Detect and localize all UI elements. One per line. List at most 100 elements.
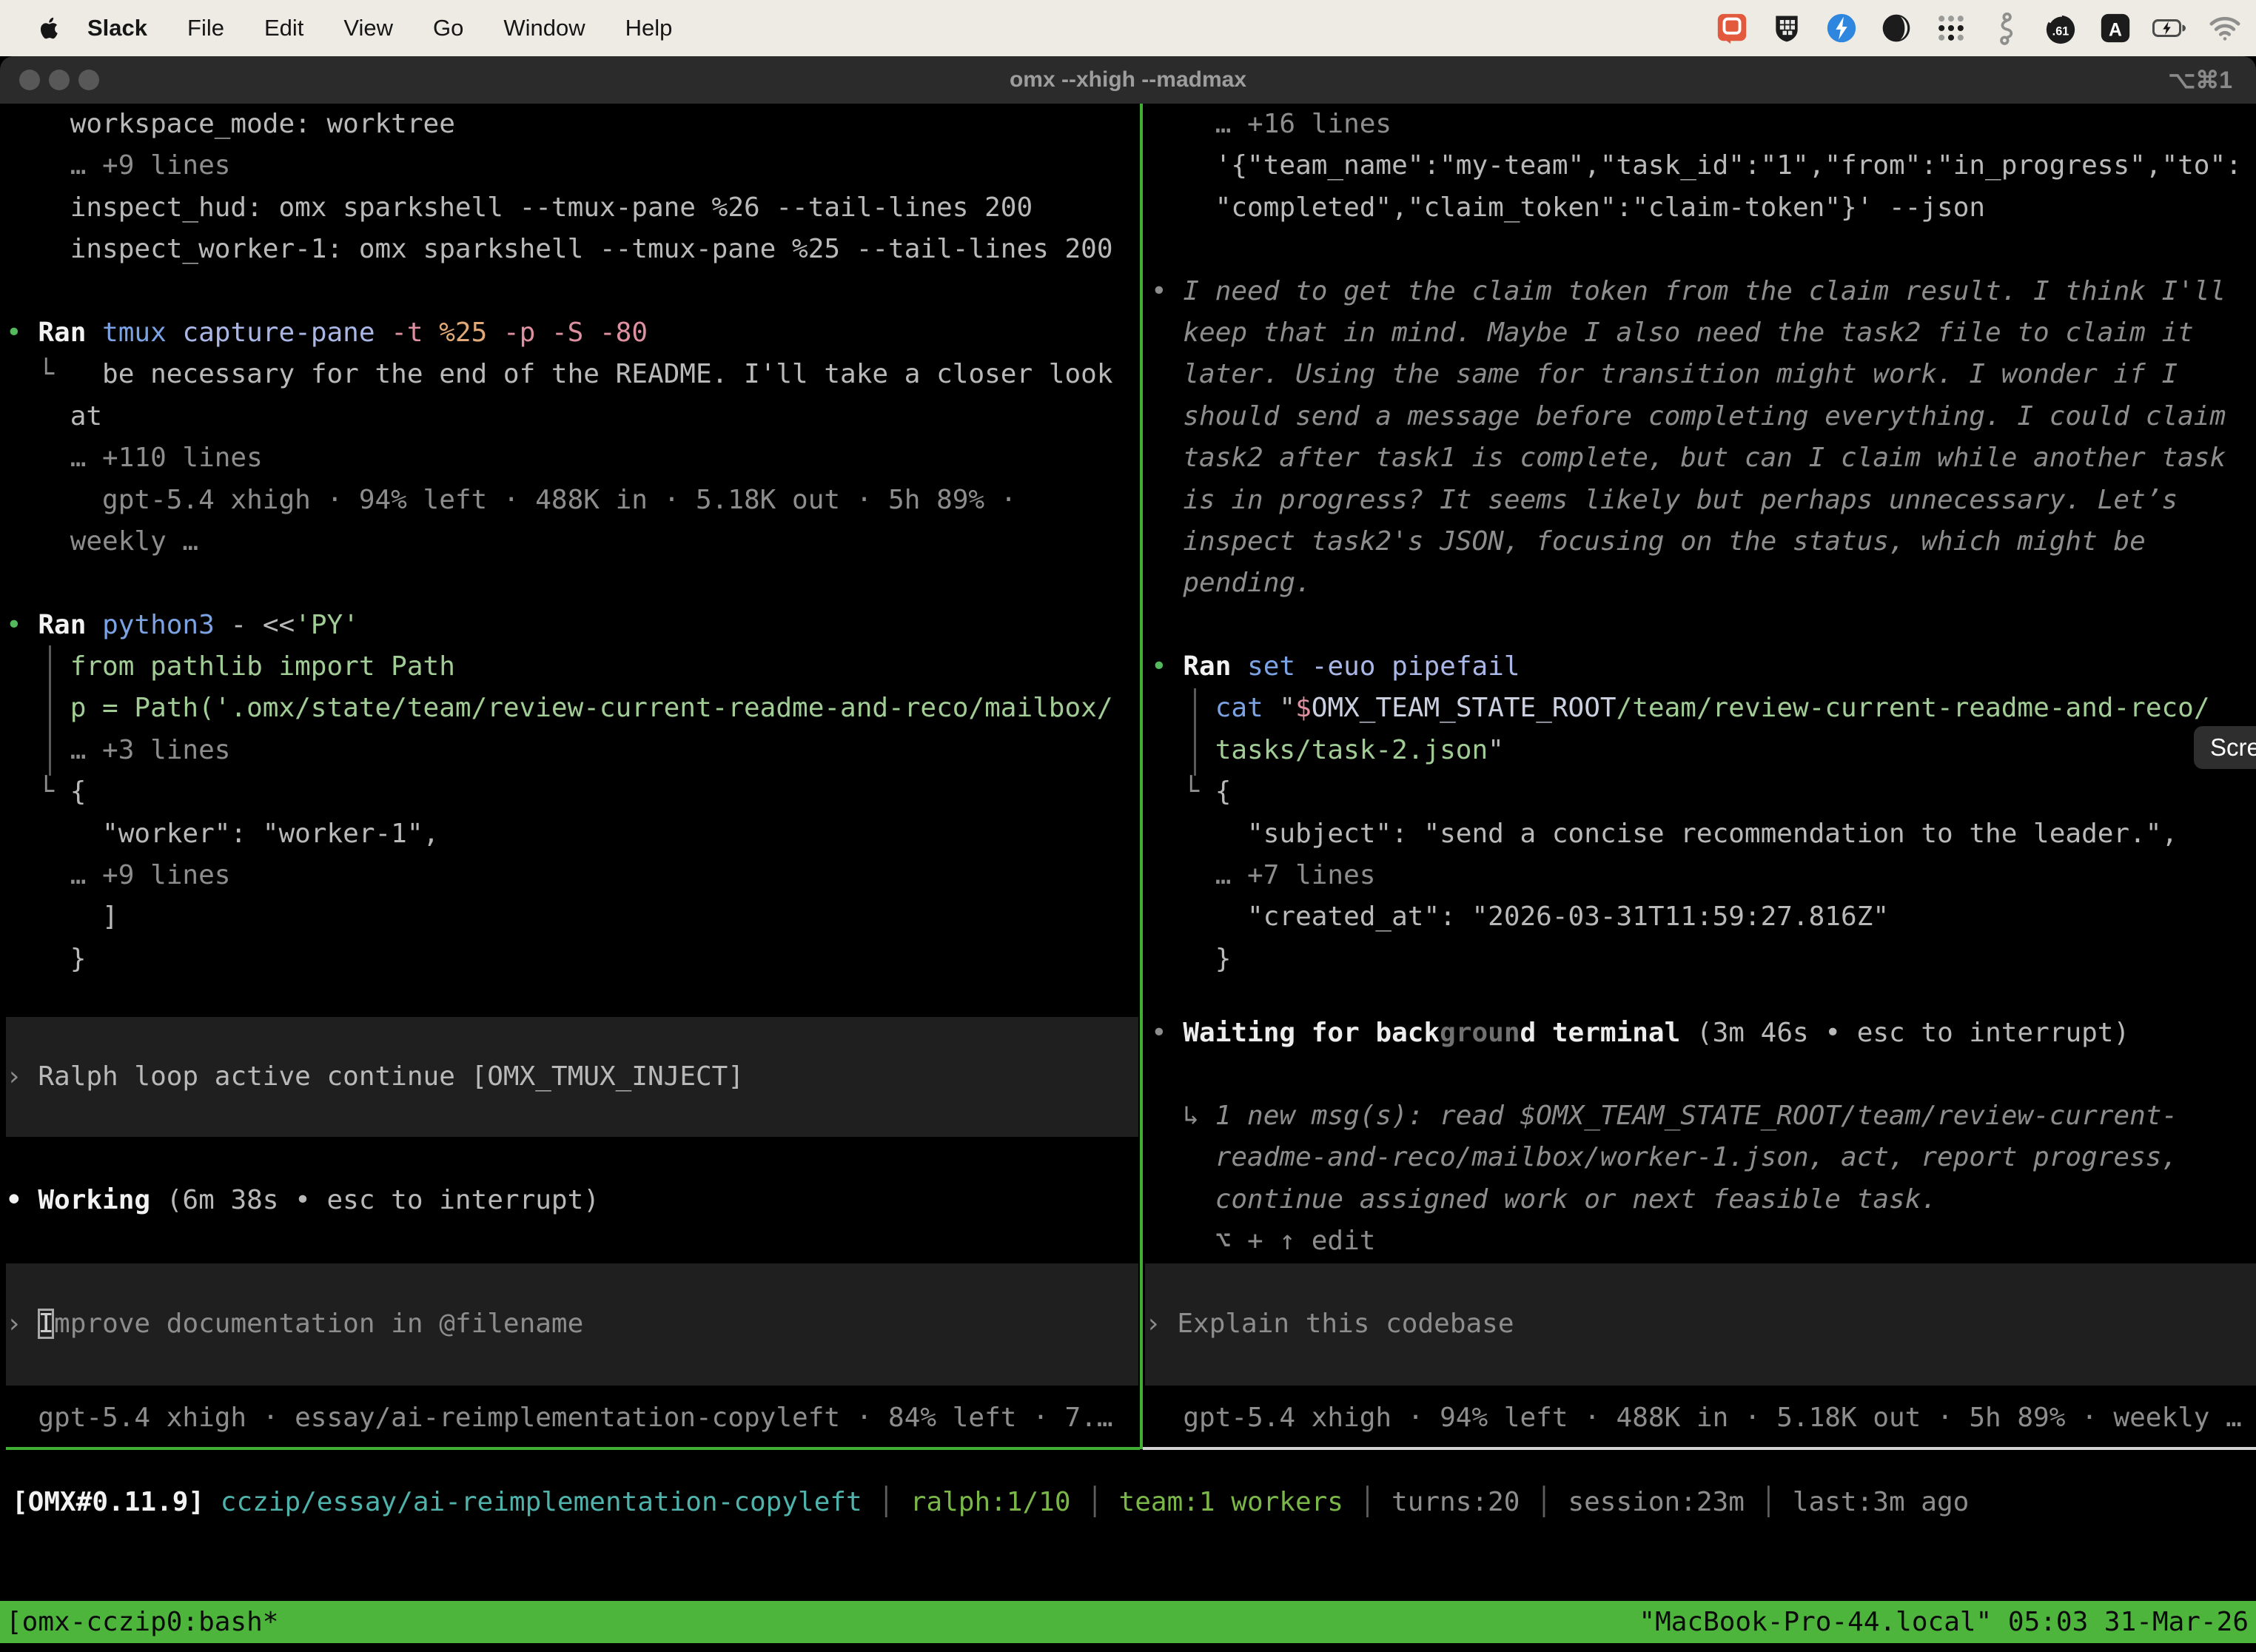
pie-icon[interactable] xyxy=(1879,10,1914,46)
tooltip-text: Scre xyxy=(2210,733,2256,762)
terminal-line: readme-and-reco/mailbox/worker-1.json, a… xyxy=(1151,1137,2178,1178)
terminal-line: should send a message before completing … xyxy=(1151,396,2256,437)
menu-window[interactable]: Window xyxy=(483,15,605,41)
terminal-line: "worker": "worker-1", xyxy=(6,813,1137,855)
menu-edit[interactable]: Edit xyxy=(244,15,323,41)
terminal-line: └ { xyxy=(6,771,1137,813)
menu-bar: SlackFileEditViewGoWindowHelp .61 xyxy=(0,0,2256,56)
shield-grid-icon[interactable] xyxy=(1769,10,1805,46)
right-terminal-pane[interactable]: … +16 lines '{"team_name":"my-team","tas… xyxy=(1151,104,2256,980)
squiggle-icon[interactable] xyxy=(1988,10,2024,46)
terminal-line: … +16 lines xyxy=(1151,104,2256,145)
menu-go[interactable]: Go xyxy=(413,15,483,41)
terminal-line xyxy=(1151,605,2256,646)
terminal-line: › Explain this codebase xyxy=(1145,1303,1514,1345)
terminal-line: … +9 lines xyxy=(6,145,1137,187)
menu-slack[interactable]: Slack xyxy=(71,15,167,41)
terminal-line: from pathlib import Path xyxy=(6,646,1137,688)
terminal-line: inspect_hud: omx sparkshell --tmux-pane … xyxy=(6,187,1137,229)
tmux-status-bar[interactable]: [omx-cczip0:bash* "MacBook-Pro-44.local"… xyxy=(0,1601,2256,1643)
terminal-line: later. Using the same for transition mig… xyxy=(1151,354,2256,395)
right-connector-line xyxy=(1194,688,1196,776)
terminal-line: … +9 lines xyxy=(6,855,1137,896)
terminal-line: inspect_worker-1: omx sparkshell --tmux-… xyxy=(6,229,1137,270)
terminal-line: '{"team_name":"my-team","task_id":"1","f… xyxy=(1151,145,2256,187)
badge-61-label: .61 xyxy=(2052,25,2069,38)
terminal-line: • Waiting for background terminal (3m 46… xyxy=(1151,1013,2129,1054)
terminal-line: at xyxy=(6,396,1137,437)
terminal-line: • Ran tmux capture-pane -t %25 -p -S -80 xyxy=(6,312,1137,354)
terminal-line: ] xyxy=(6,896,1137,938)
right-mailbox-message: ↳ 1 new msg(s): read $OMX_TEAM_STATE_ROO… xyxy=(1151,1095,2178,1263)
terminal-line: • Ran python3 - <<'PY' xyxy=(6,605,1137,646)
terminal-line: [OMX#0.11.9] cczip/essay/ai-reimplementa… xyxy=(12,1482,1969,1523)
desktop: SlackFileEditViewGoWindowHelp .61 xyxy=(0,0,2256,1652)
screenshot-tooltip: Scre xyxy=(2194,726,2256,769)
terminal-line: weekly … xyxy=(6,521,1137,563)
left-model-status-line: gpt-5.4 xhigh · essay/ai-reimplementatio… xyxy=(6,1397,1113,1439)
apple-menu-icon[interactable] xyxy=(27,12,71,44)
input-source-icon[interactable]: A xyxy=(2098,10,2133,46)
terminal-line: is in progress? It seems likely but perh… xyxy=(1151,480,2256,521)
terminal-line: p = Path('.omx/state/team/review-current… xyxy=(6,688,1137,729)
terminal-line: gpt-5.4 xhigh · essay/ai-reimplementatio… xyxy=(6,1397,1113,1439)
terminal-line xyxy=(1151,229,2256,270)
right-model-status-line: gpt-5.4 xhigh · 94% left · 488K in · 5.1… xyxy=(1151,1397,2242,1439)
left-connector-line xyxy=(49,645,51,776)
left-terminal-pane[interactable]: workspace_mode: worktree … +9 lines insp… xyxy=(6,104,1137,980)
terminal-line: └ be necessary for the end of the README… xyxy=(6,354,1137,395)
left-ralph-band: › Ralph loop active continue [OMX_TMUX_I… xyxy=(6,1017,1138,1137)
left-working-status: • Working (6m 38s • esc to interrupt) xyxy=(6,1180,600,1221)
tmux-session-window: [omx-cczip0:bash* xyxy=(0,1607,278,1637)
menu-bar-status-icons: .61 A xyxy=(1714,0,2243,56)
terminal-line: tasks/task-2.json" xyxy=(1151,730,2256,771)
terminal-line xyxy=(6,563,1137,604)
terminal-line: continue assigned work or next feasible … xyxy=(1151,1179,2178,1220)
terminal-line: ⌥ + ↑ edit xyxy=(1151,1220,2178,1262)
window-title: omx --xhigh --madmax xyxy=(0,56,2256,104)
terminal-line: … +110 lines xyxy=(6,437,1137,479)
right-pane-border xyxy=(1143,1447,2256,1450)
menu-file[interactable]: File xyxy=(167,15,244,41)
terminal-line: gpt-5.4 xhigh · 94% left · 488K in · 5.1… xyxy=(6,480,1137,521)
terminal-line: ↳ 1 new msg(s): read $OMX_TEAM_STATE_ROO… xyxy=(1151,1095,2178,1137)
terminal-line: … +7 lines xyxy=(1151,855,2256,896)
terminal-line: • Ran set -euo pipefail xyxy=(1151,646,2256,688)
left-prompt-input[interactable]: › Improve documentation in @filename xyxy=(6,1263,1138,1386)
terminal-line: … +3 lines xyxy=(6,730,1137,771)
menu-help[interactable]: Help xyxy=(605,15,693,41)
terminal-line: › Ralph loop active continue [OMX_TMUX_I… xyxy=(6,1056,744,1098)
terminal-line: } xyxy=(6,939,1137,980)
menu-view[interactable]: View xyxy=(323,15,413,41)
terminal-line: } xyxy=(1151,939,2256,980)
terminal-line: gpt-5.4 xhigh · 94% left · 488K in · 5.1… xyxy=(1151,1397,2242,1439)
terminal-line: keep that in mind. Maybe I also need the… xyxy=(1151,312,2256,354)
terminal-line: └ { xyxy=(1151,771,2256,813)
right-waiting-status: • Waiting for background terminal (3m 46… xyxy=(1151,1013,2129,1054)
omx-status-line: [OMX#0.11.9] cczip/essay/ai-reimplementa… xyxy=(12,1482,1969,1523)
terminal-line: pending. xyxy=(1151,563,2256,604)
right-prompt-input[interactable]: › Explain this codebase xyxy=(1145,1263,2256,1386)
dots-grid-icon[interactable] xyxy=(1933,10,1969,46)
tmux-host-clock: "MacBook-Pro-44.local" 05:03 31-Mar-26 xyxy=(1639,1607,2256,1637)
terminal-line: inspect task2's JSON, focusing on the st… xyxy=(1151,521,2256,563)
terminal-line: "subject": "send a concise recommendatio… xyxy=(1151,813,2256,855)
badge-61-icon[interactable]: .61 xyxy=(2043,10,2078,46)
verified-badge-icon[interactable] xyxy=(1824,10,1859,46)
terminal-line: task2 after task1 is complete, but can I… xyxy=(1151,437,2256,479)
terminal-line: "completed","claim_token":"claim-token"}… xyxy=(1151,187,2256,229)
battery-charging-icon[interactable] xyxy=(2152,10,2188,46)
chat-icon[interactable] xyxy=(1714,10,1750,46)
terminal-line: • Working (6m 38s • esc to interrupt) xyxy=(6,1180,600,1221)
wifi-icon[interactable] xyxy=(2207,10,2243,46)
left-pane-border xyxy=(6,1447,1140,1450)
pane-divider[interactable] xyxy=(1140,104,1143,1449)
terminal-line: • I need to get the claim token from the… xyxy=(1151,271,2256,312)
app-menus: SlackFileEditViewGoWindowHelp xyxy=(71,15,692,41)
terminal-line: workspace_mode: worktree xyxy=(6,104,1137,145)
terminal-line: cat "$OMX_TEAM_STATE_ROOT/team/review-cu… xyxy=(1151,688,2256,729)
window-shortcut: ⌥⌘1 xyxy=(2168,56,2232,104)
terminal-line xyxy=(6,271,1137,312)
terminal-line: "created_at": "2026-03-31T11:59:27.816Z" xyxy=(1151,896,2256,938)
terminal-line: › Improve documentation in @filename xyxy=(6,1303,583,1345)
